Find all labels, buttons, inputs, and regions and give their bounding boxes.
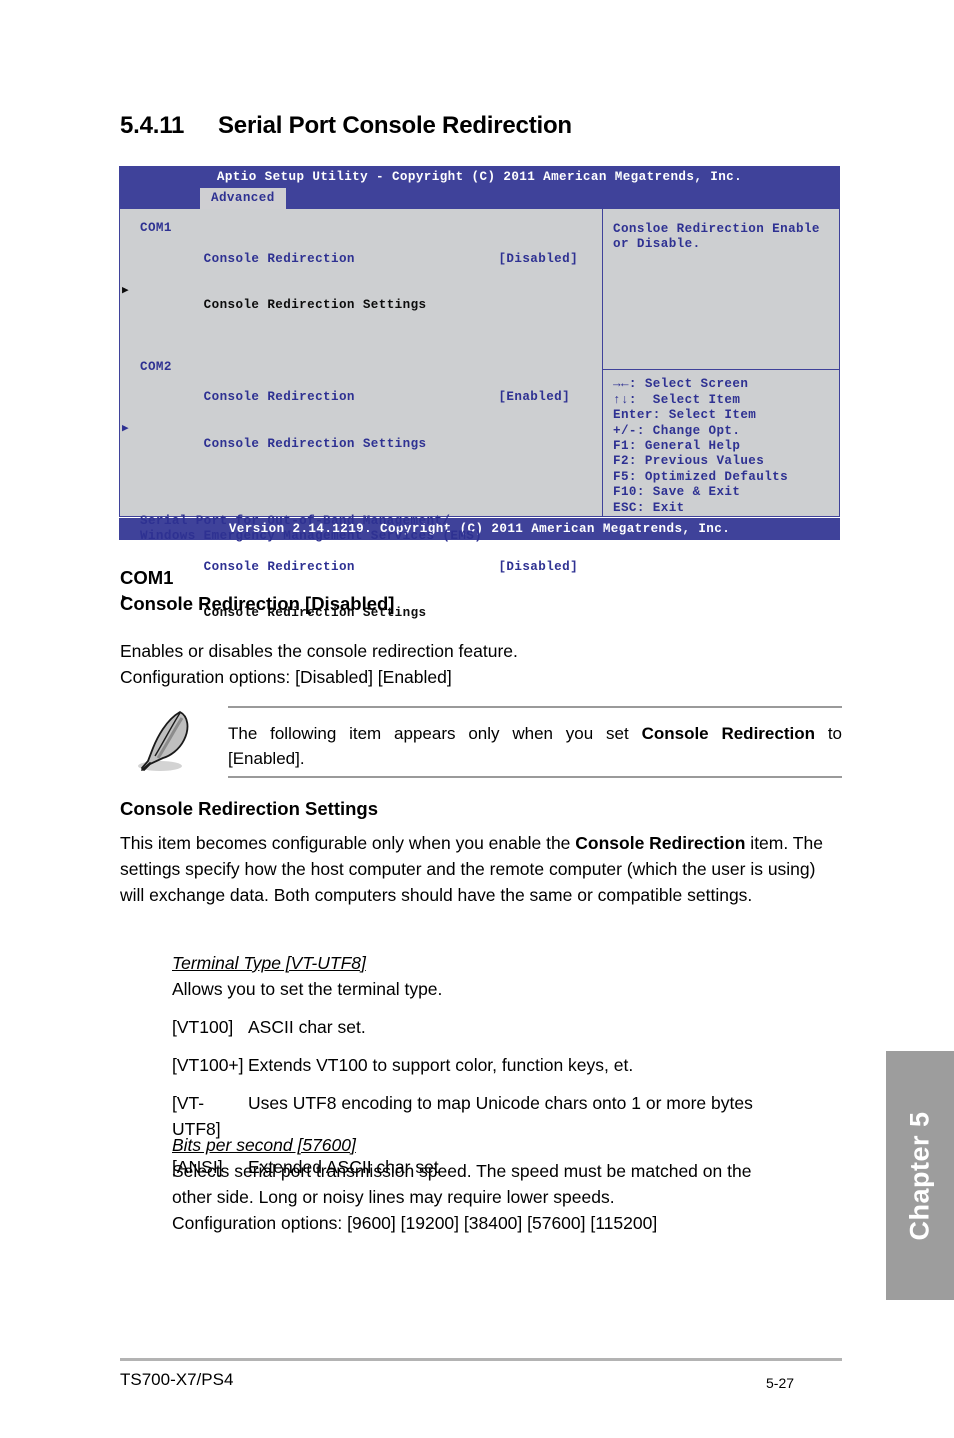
crs-paragraph-part1: This item becomes configurable only when… — [120, 833, 576, 853]
terminal-option-row: [VT100+] Extends VT100 to support color,… — [172, 1052, 844, 1078]
terminal-type-title: Terminal Type [VT-UTF8] — [172, 953, 366, 973]
terminal-type-desc: Allows you to set the terminal type. — [172, 979, 443, 999]
bios-spacer — [140, 498, 602, 513]
bios-key-hint: F2: Previous Values — [613, 454, 765, 469]
bios-help-panel: Consloe Redirection Enable or Disable. →… — [602, 209, 839, 516]
terminal-option-key: [VT100+] — [172, 1055, 244, 1075]
com1-heading: COM1 — [120, 567, 174, 588]
crs-heading-block: Console Redirection Settings — [120, 796, 842, 822]
bios-row-com2-console-redirection-settings[interactable]: ▶ Console Redirection Settings — [122, 421, 602, 467]
submenu-arrow-icon: ▶ — [122, 284, 130, 297]
terminal-option-key: [VT100] — [172, 1017, 234, 1037]
com1-description-line2: Configuration options: [Disabled] [Enabl… — [120, 667, 452, 687]
submenu-arrow-icon: ▶ — [122, 423, 130, 436]
bios-help-text: Consloe Redirection Enable or Disable. — [603, 209, 839, 369]
com1-description: Enables or disables the console redirect… — [120, 638, 518, 690]
note-text: The following item appears only when you… — [228, 721, 842, 771]
bios-key-hint: Enter: Select Item — [613, 408, 757, 423]
crs-heading: Console Redirection Settings — [120, 798, 379, 819]
footer-model: TS700-X7/PS4 — [120, 1370, 234, 1389]
bios-row-com2-console-redirection[interactable]: Console Redirection [Enabled] — [140, 375, 602, 421]
bios-value-ems-console-redirection: [Disabled] — [498, 559, 579, 574]
com1-item-heading: Console Redirection [Disabled] — [120, 593, 395, 614]
bios-spacer — [140, 483, 602, 498]
terminal-option-row: [VT100] ASCII char set. — [172, 1014, 844, 1040]
section-title: Serial Port Console Redirection — [218, 112, 572, 139]
bios-key-legend: →←: Select Screen ↑↓: Select Item Enter:… — [603, 370, 839, 516]
bios-spacer — [140, 344, 602, 359]
com1-description-line1: Enables or disables the console redirect… — [120, 641, 518, 661]
crs-paragraph-bold: Console Redirection — [575, 833, 746, 853]
bios-group-com1-label: COM1 — [140, 221, 172, 235]
bits-desc-line1: Selects serial port transmission speed. … — [172, 1161, 752, 1181]
bios-key-hint: F1: General Help — [613, 438, 741, 453]
note-box: The following item appears only when you… — [120, 706, 842, 778]
bios-key-hint: →←: Select Screen — [613, 377, 749, 392]
bios-tabbar: Advanced — [119, 188, 840, 209]
chapter-tab: Chapter 5 — [886, 1051, 954, 1300]
bits-per-second-title: Bits per second [57600] — [172, 1135, 356, 1155]
bios-spacer — [140, 329, 602, 344]
terminal-option-desc: Extends VT100 to support color, function… — [248, 1055, 634, 1075]
bios-label-ems-line1: Serial Port for Out-of-Band Management/ — [140, 513, 451, 528]
bios-label-ems-line2: Windows Emergency Management Services (E… — [140, 529, 483, 544]
bios-label-com2-console-redirection: Console Redirection — [203, 390, 355, 405]
quill-pen-icon — [138, 711, 189, 771]
tab-advanced[interactable]: Advanced — [200, 188, 286, 209]
note-text-part1: The following item appears only when you… — [228, 724, 642, 743]
footer-rule — [120, 1358, 842, 1361]
bits-desc-line3: Configuration options: [9600] [19200] [3… — [172, 1213, 658, 1233]
bios-titlebar: Aptio Setup Utility - Copyright (C) 2011… — [119, 166, 840, 188]
section-number: 5.4.11 — [120, 112, 185, 139]
bios-key-hint: F10: Save & Exit — [613, 485, 741, 500]
bios-key-hint: ESC: Exit — [613, 500, 685, 515]
com1-section: COM1 Console Redirection [Disabled] — [120, 565, 394, 617]
bios-label-com2-settings: Console Redirection Settings — [203, 436, 427, 451]
chapter-tab-label: Chapter 5 — [904, 1110, 935, 1241]
bios-row-com1-console-redirection-settings[interactable]: ▶ Console Redirection Settings — [122, 283, 602, 329]
bits-desc-line2: other side. Long or noisy lines may requ… — [172, 1187, 615, 1207]
bios-key-hint: +/-: Change Opt. — [613, 423, 741, 438]
bios-key-hint: ↑↓: Select Item — [613, 392, 741, 407]
note-text-bold: Console Redirection — [641, 724, 815, 743]
note-bottom-rule — [228, 776, 842, 778]
page-title: 5.4.11 Serial Port Console Redirection — [120, 112, 572, 140]
bios-settings-list: COM1 Console Redirection [Disabled] ▶ Cons… — [120, 209, 602, 620]
crs-paragraph: This item becomes configurable only when… — [120, 830, 842, 908]
bios-group-com2-label: COM2 — [140, 359, 172, 374]
bios-help-line1: Consloe Redirection Enable — [613, 222, 820, 236]
bios-body: COM1 Console Redirection [Disabled] ▶ Cons… — [119, 209, 840, 620]
bios-label-com1-console-redirection: Console Redirection — [203, 251, 355, 266]
bios-row-com1-console-redirection[interactable]: Console Redirection [Disabled] — [140, 236, 602, 282]
bios-label-com1-settings: Console Redirection Settings — [203, 298, 427, 313]
terminal-option-desc: ASCII char set. — [248, 1017, 366, 1037]
bios-spacer — [140, 467, 602, 482]
bios-value-com2-console-redirection: [Enabled] — [498, 390, 571, 405]
bios-screenshot: Aptio Setup Utility - Copyright (C) 2011… — [119, 166, 840, 620]
note-top-rule — [228, 706, 842, 708]
bios-key-hint: F5: Optimized Defaults — [613, 469, 789, 484]
bios-value-com1-console-redirection: [Disabled] — [498, 251, 579, 266]
bits-per-second-block: Bits per second [57600] Selects serial p… — [172, 1132, 844, 1236]
bios-help-line2: or Disable. — [613, 237, 701, 252]
footer-page-number: 5-27 — [766, 1375, 795, 1391]
